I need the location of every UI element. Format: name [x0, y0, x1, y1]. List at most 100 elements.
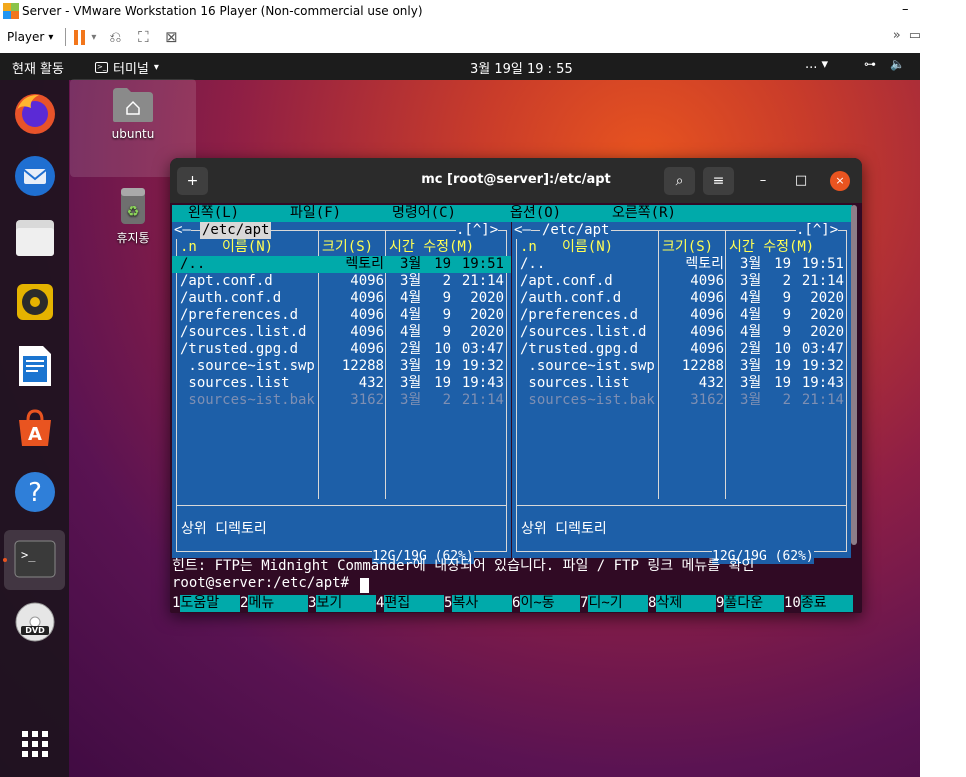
file-row[interactable]: /apt.conf.d 4096 3월 2 21:14: [512, 273, 851, 290]
file-row[interactable]: sources~ist.bak 3162 3월 2 21:14: [512, 392, 851, 409]
terminal-headerbar[interactable]: + mc [root@server]:/etc/apt ⌕ ≡ – □ ×: [170, 158, 862, 203]
close-button[interactable]: ×: [830, 171, 850, 191]
file-time: 19:43: [801, 375, 844, 391]
col-header-size[interactable]: 크기(S): [662, 239, 713, 256]
col-header-n[interactable]: .n: [520, 239, 537, 256]
desktop-trash[interactable]: ♻ 휴지통: [98, 186, 168, 246]
file-size: 4096: [350, 290, 384, 306]
col-header-n[interactable]: .n: [180, 239, 197, 256]
file-row[interactable]: sources.list 432 3월 19 19:43: [512, 375, 851, 392]
panel-history-right[interactable]: .[^]>: [456, 222, 499, 239]
desktop-home-folder[interactable]: ubuntu: [98, 86, 168, 141]
file-row[interactable]: /trusted.gpg.d 4096 2월 10 03:47: [512, 341, 851, 358]
overflow-menu[interactable]: ... ▾: [805, 57, 828, 72]
mc-menu-left[interactable]: 왼쪽(L): [188, 205, 239, 222]
file-size: 렉토리: [345, 256, 384, 272]
dvd-drive-icon[interactable]: DVD: [11, 598, 59, 646]
file-time: 21:14: [801, 392, 844, 408]
send-ctrl-alt-del-icon[interactable]: ⎌: [106, 29, 124, 45]
vmware-toolbar: Player ▾ ▾ ⎌ ⛶ ⊠ » ▭: [0, 22, 966, 52]
minimize-button[interactable]: –: [753, 171, 773, 191]
col-header-size[interactable]: 크기(S): [322, 239, 373, 256]
hamburger-menu-button[interactable]: ≡: [703, 167, 734, 195]
fkey-10[interactable]: 10종료: [784, 595, 853, 612]
mc-menu-file[interactable]: 파일(F): [290, 205, 341, 222]
show-applications-icon[interactable]: [11, 720, 59, 768]
col-header-name[interactable]: 이름(N): [222, 239, 273, 256]
fkey-2[interactable]: 2메뉴: [240, 595, 309, 612]
search-button[interactable]: ⌕: [664, 167, 695, 195]
mc-menu-options[interactable]: 옵션(O): [510, 205, 561, 222]
col-header-name[interactable]: 이름(N): [562, 239, 613, 256]
file-row[interactable]: /.. 렉토리 3월 19 19:51: [172, 256, 511, 273]
clock[interactable]: 3월 19일 19 : 55: [470, 58, 573, 77]
file-month: 3월: [400, 273, 422, 289]
fkey-1[interactable]: 1도움말: [172, 595, 241, 612]
fullscreen-icon[interactable]: ⛶: [134, 29, 152, 45]
fkey-9[interactable]: 9풀다운: [716, 595, 785, 612]
fkey-5[interactable]: 5복사: [444, 595, 513, 612]
mc-left-panel[interactable]: <– /etc/apt .[^]> .n 이름(N) 크기(S) 시간 수정(M…: [172, 222, 511, 564]
libreoffice-writer-icon[interactable]: [11, 342, 59, 390]
app-menu-terminal[interactable]: >_ 터미널 ▾: [95, 58, 159, 77]
unity-mode-icon[interactable]: ⊠: [162, 29, 180, 45]
vmware-minimize-button[interactable]: –: [902, 2, 909, 17]
firefox-icon[interactable]: [11, 90, 59, 138]
network-icon[interactable]: ⊶: [864, 57, 876, 71]
activities-button[interactable]: 현재 활동: [12, 58, 64, 77]
panel-history-left[interactable]: <–: [514, 222, 531, 239]
hard-disk-icon[interactable]: ▭: [909, 28, 921, 43]
terminal-icon[interactable]: >_: [11, 535, 59, 583]
thunderbird-icon[interactable]: [11, 152, 59, 200]
file-row[interactable]: /auth.conf.d 4096 4월 9 2020: [512, 290, 851, 307]
device-icons: » ▭: [893, 28, 921, 43]
files-icon[interactable]: [11, 214, 59, 262]
file-row[interactable]: .source~ist.swp 12288 3월 19 19:32: [512, 358, 851, 375]
file-row[interactable]: /auth.conf.d 4096 4월 9 2020: [172, 290, 511, 307]
fkey-7[interactable]: 7디~기: [580, 595, 649, 612]
fkey-label: 디~기: [588, 595, 649, 612]
file-row[interactable]: .source~ist.swp 12288 3월 19 19:32: [172, 358, 511, 375]
ubuntu-software-icon[interactable]: A: [11, 404, 59, 452]
terminal-scrollbar[interactable]: [851, 205, 857, 545]
file-time: 2020: [470, 307, 504, 323]
file-month: 4월: [740, 290, 762, 306]
mc-menu-command[interactable]: 명령어(C): [392, 205, 456, 222]
player-menu-button[interactable]: Player ▾: [7, 30, 53, 44]
fkey-3[interactable]: 3보기: [308, 595, 377, 612]
fkey-4[interactable]: 4편집: [376, 595, 445, 612]
file-time: 2020: [810, 307, 844, 323]
col-header-mtime[interactable]: 시간 수정(M): [389, 239, 474, 256]
pause-icon[interactable]: [74, 29, 86, 45]
file-size: 4096: [350, 307, 384, 323]
mc-menu-right[interactable]: 오른쪽(R): [612, 205, 676, 222]
panel-history-left[interactable]: <–: [174, 222, 191, 239]
file-row[interactable]: /preferences.d 4096 4월 9 2020: [512, 307, 851, 324]
file-row[interactable]: /apt.conf.d 4096 3월 2 21:14: [172, 273, 511, 290]
mc-right-panel[interactable]: <– /etc/apt .[^]> .n 이름(N) 크기(S) 시간 수정(M…: [512, 222, 851, 564]
file-row[interactable]: sources~ist.bak 3162 3월 2 21:14: [172, 392, 511, 409]
fkey-number: 2: [240, 595, 249, 611]
col-header-mtime[interactable]: 시간 수정(M): [729, 239, 814, 256]
file-row[interactable]: sources.list 432 3월 19 19:43: [172, 375, 511, 392]
fkey-8[interactable]: 8삭제: [648, 595, 717, 612]
fkey-6[interactable]: 6이~동: [512, 595, 581, 612]
shell-prompt[interactable]: root@server:/etc/apt#: [172, 575, 349, 592]
file-row[interactable]: /sources.list.d 4096 4월 9 2020: [172, 324, 511, 341]
volume-icon[interactable]: 🔈: [890, 57, 905, 71]
file-row[interactable]: /sources.list.d 4096 4월 9 2020: [512, 324, 851, 341]
file-row[interactable]: /preferences.d 4096 4월 9 2020: [172, 307, 511, 324]
double-chevron-right-icon[interactable]: »: [893, 28, 901, 43]
chevron-down-icon[interactable]: ▾: [91, 32, 96, 43]
terminal-window[interactable]: + mc [root@server]:/etc/apt ⌕ ≡ – □ × 왼쪽…: [170, 158, 862, 613]
file-month: 4월: [740, 307, 762, 323]
terminal-screen[interactable]: 왼쪽(L) 파일(F) 명령어(C) 옵션(O) 오른쪽(R) <– /etc/…: [172, 205, 853, 613]
panel-history-right[interactable]: .[^]>: [796, 222, 839, 239]
maximize-button[interactable]: □: [791, 171, 811, 191]
home-folder-icon: [113, 88, 153, 122]
file-row[interactable]: /trusted.gpg.d 4096 2월 10 03:47: [172, 341, 511, 358]
file-row[interactable]: /.. 렉토리 3월 19 19:51: [512, 256, 851, 273]
help-icon[interactable]: ?: [11, 468, 59, 516]
rhythmbox-icon[interactable]: [11, 278, 59, 326]
file-day: 9: [442, 324, 451, 340]
